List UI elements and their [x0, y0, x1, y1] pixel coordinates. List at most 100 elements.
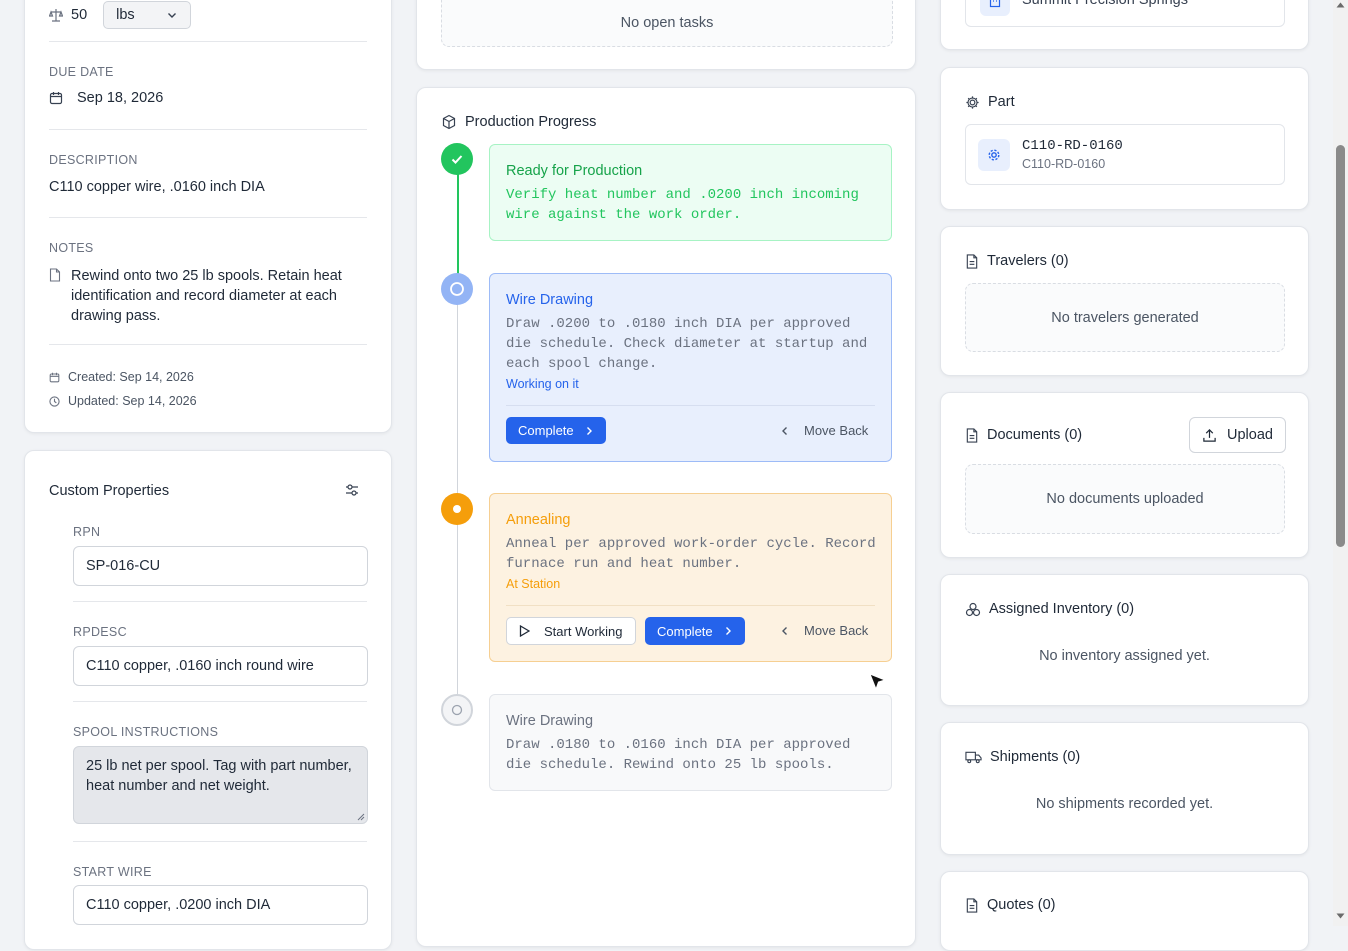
customer-card: Summit Precision Springs	[940, 0, 1309, 50]
move-back-button[interactable]: Move Back	[780, 623, 868, 638]
shipments-card: Shipments (0) No shipments recorded yet.	[940, 722, 1309, 855]
step-description: Draw .0200 to .0180 inch DIA per approve…	[506, 316, 868, 372]
rpdesc-input[interactable]: C110 copper, .0160 inch round wire	[73, 646, 368, 686]
upload-button[interactable]: Upload	[1189, 417, 1286, 453]
part-gear-icon	[978, 139, 1010, 171]
due-date-value: Sep 18, 2026	[77, 90, 164, 106]
dot-icon	[452, 504, 462, 514]
step-status: Working on it	[506, 377, 579, 391]
calendar-icon	[49, 91, 63, 105]
start-wire-input[interactable]: C110 copper, .0200 inch DIA	[73, 885, 368, 925]
quotes-header: Quotes (0)	[965, 897, 1056, 913]
move-back-label: Move Back	[804, 423, 869, 438]
upload-label: Upload	[1227, 427, 1273, 443]
move-back-label: Move Back	[804, 623, 869, 638]
travelers-empty-box: No travelers generated	[965, 283, 1285, 352]
travelers-card: Travelers (0) No travelers generated	[940, 226, 1309, 376]
documents-empty-box: No documents uploaded	[965, 464, 1285, 534]
scroll-up-arrow-icon[interactable]	[1336, 2, 1345, 8]
production-progress-card: Production Progress Ready for Production…	[416, 87, 916, 947]
step-description: Draw .0180 to .0160 inch DIA per approve…	[506, 737, 851, 773]
documents-header: Documents (0)	[965, 427, 1082, 443]
step-name: Wire Drawing	[506, 713, 594, 729]
rpn-input[interactable]: SP-016-CU	[73, 546, 368, 586]
scrollbar[interactable]	[1333, 0, 1348, 926]
work-order-details-card: 50 lbs DUE DATE Sep 18, 2026 DESCRIPTION…	[24, 0, 392, 433]
document-icon	[965, 897, 979, 913]
scroll-down-arrow-icon[interactable]	[1336, 913, 1345, 919]
due-date-label: DUE DATE	[49, 65, 114, 79]
divider	[506, 405, 875, 406]
resize-handle-icon[interactable]	[357, 813, 365, 821]
part-subtitle: C110-RD-0160	[1022, 157, 1106, 171]
quotes-card: Quotes (0)	[940, 871, 1309, 951]
step-card-annealing: Annealing Anneal per approved work-order…	[489, 493, 892, 662]
updated-row: Updated: Sep 14, 2026	[49, 394, 197, 408]
part-header: Part	[965, 94, 1015, 110]
complete-button[interactable]: Complete	[645, 617, 745, 645]
no-tasks-box: No open tasks	[441, 0, 893, 47]
truck-icon	[965, 750, 982, 764]
part-row[interactable]: C110-RD-0160 C110-RD-0160	[965, 124, 1285, 185]
part-title: Part	[988, 94, 1015, 110]
spool-instructions-textarea[interactable]: 25 lb net per spool. Tag with part numbe…	[73, 746, 368, 824]
production-progress-title: Production Progress	[465, 114, 597, 130]
divider	[49, 41, 367, 42]
property-label: SPOOL INSTRUCTIONS	[73, 725, 219, 739]
start-working-button[interactable]: Start Working	[506, 617, 636, 645]
custom-properties-title: Custom Properties	[49, 483, 170, 499]
upload-icon	[1202, 428, 1217, 443]
divider	[73, 601, 367, 602]
production-progress-header: Production Progress	[441, 114, 596, 130]
start-working-label: Start Working	[544, 623, 623, 639]
quotes-title: Quotes (0)	[987, 897, 1056, 913]
boxes-icon	[965, 602, 981, 617]
notes-label: NOTES	[49, 241, 94, 255]
play-icon	[519, 625, 530, 637]
spool-instructions-text: 25 lb net per spool. Tag with part numbe…	[86, 758, 352, 794]
inventory-card: Assigned Inventory (0) No inventory assi…	[940, 574, 1309, 706]
gear-icon	[965, 95, 980, 110]
properties-settings-icon[interactable]	[345, 483, 359, 497]
documents-title: Documents (0)	[987, 427, 1083, 443]
custom-properties-card: Custom Properties RPN SP-016-CU RPDESC C…	[24, 450, 392, 950]
unit-select-value: lbs	[116, 7, 135, 23]
quantity-row: 50 lbs	[49, 1, 192, 29]
inventory-title: Assigned Inventory (0)	[989, 601, 1135, 617]
box-icon	[441, 114, 457, 130]
document-icon	[965, 427, 979, 443]
step-status: At Station	[506, 577, 561, 591]
tasks-card: No open tasks	[416, 0, 916, 70]
step-card-wire-drawing-active: Wire Drawing Draw .0200 to .0180 inch DI…	[489, 273, 892, 462]
step-name: Wire Drawing	[506, 292, 594, 308]
shipments-title: Shipments (0)	[990, 749, 1081, 765]
step-name: Ready for Production	[506, 163, 643, 179]
chevron-right-icon	[584, 426, 594, 436]
divider	[506, 605, 875, 606]
customer-name: Summit Precision Springs	[1022, 0, 1188, 8]
divider	[49, 344, 367, 345]
part-card: Part C110-RD-0160 C110-RD-0160	[940, 67, 1309, 210]
description-value: C110 copper wire, .0160 inch DIA	[49, 179, 265, 195]
step-pending-marker	[441, 694, 473, 726]
step-name: Annealing	[506, 512, 571, 528]
complete-button[interactable]: Complete	[506, 417, 606, 444]
chevron-left-icon	[780, 626, 790, 636]
step-station-marker	[441, 493, 473, 525]
scrollbar-thumb[interactable]	[1336, 145, 1345, 547]
step-description: Verify heat number and .0200 inch incomi…	[506, 187, 859, 223]
step-card-wire-drawing-pending: Wire Drawing Draw .0180 to .0160 inch DI…	[489, 694, 892, 791]
quantity-value: 50	[71, 7, 88, 23]
customer-row[interactable]: Summit Precision Springs	[965, 0, 1285, 27]
scale-icon	[49, 8, 63, 22]
notes-row: Rewind onto two 25 lb spools. Retain hea…	[49, 266, 349, 326]
unit-select[interactable]: lbs	[103, 1, 192, 29]
step-active-marker	[441, 273, 473, 305]
building-icon	[980, 0, 1010, 16]
move-back-button[interactable]: Move Back	[780, 423, 868, 438]
documents-empty-text: No documents uploaded	[1046, 491, 1204, 507]
updated-text: Updated: Sep 14, 2026	[68, 394, 197, 408]
travelers-title: Travelers (0)	[987, 253, 1069, 269]
no-tasks-text: No open tasks	[620, 15, 714, 31]
documents-card: Documents (0) Upload No documents upload…	[940, 392, 1309, 558]
